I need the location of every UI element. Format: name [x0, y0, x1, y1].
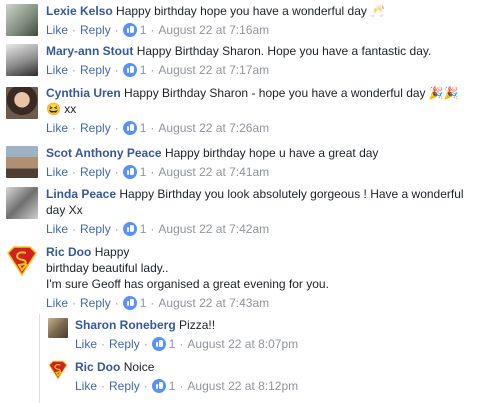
like-count-icon[interactable] — [151, 379, 166, 393]
like-link[interactable]: Like — [75, 379, 97, 393]
like-link[interactable]: Like — [46, 165, 68, 179]
avatar[interactable] — [48, 360, 68, 380]
reply-link[interactable]: Reply — [80, 121, 111, 135]
timestamp[interactable]: August 22 at 8:07pm — [187, 337, 298, 351]
like-link[interactable]: Like — [75, 337, 97, 351]
timestamp[interactable]: August 22 at 7:17am — [158, 63, 269, 77]
like-link[interactable]: Like — [46, 121, 68, 135]
clinking-glasses-emoji: 🥂 — [370, 4, 386, 18]
comment-text: Happy Birthday you look absolutely gorge… — [119, 187, 464, 201]
like-link[interactable]: Like — [46, 23, 68, 37]
comment-text: Happy birthday hope u have a great day — [164, 146, 379, 160]
like-link[interactable]: Like — [46, 63, 68, 77]
reply-link[interactable]: Reply — [80, 165, 111, 179]
commenter-name[interactable]: Ric Doo — [46, 245, 91, 259]
like-count-icon[interactable] — [122, 222, 137, 236]
like-count[interactable]: 1 — [169, 337, 176, 351]
timestamp[interactable]: August 22 at 7:42am — [158, 222, 269, 236]
comment-text-line3: I'm sure Geoff has organised a great eve… — [46, 277, 329, 291]
reply-link[interactable]: Reply — [109, 379, 140, 393]
comment-text-line2: birthday beautiful lady.. — [46, 261, 169, 275]
timestamp[interactable]: August 22 at 7:26am — [158, 121, 269, 135]
commenter-name[interactable]: Cynthia Uren — [46, 86, 121, 100]
commenter-name[interactable]: Ric Doo — [75, 360, 120, 374]
like-count-icon[interactable] — [122, 121, 137, 135]
avatar[interactable] — [6, 4, 38, 36]
comment-text: Happy Birthday Sharon. Hope you have a f… — [136, 44, 432, 58]
comment-text: Happy — [94, 245, 130, 259]
timestamp[interactable]: August 22 at 8:12pm — [187, 379, 298, 393]
replies-thread-line — [39, 314, 40, 403]
like-count-icon[interactable] — [151, 337, 166, 351]
comment-actions: Like · Reply · 1 · August 22 at 7:43am — [46, 296, 270, 310]
comment-actions: Like · Reply · 1 · August 22 at 7:17am — [46, 63, 270, 77]
avatar[interactable] — [6, 187, 38, 219]
reply-link[interactable]: Reply — [80, 296, 111, 310]
avatar[interactable] — [6, 44, 38, 76]
commenter-name[interactable]: Scot Anthony Peace — [46, 146, 162, 160]
like-count-icon[interactable] — [122, 23, 137, 37]
avatar[interactable] — [6, 146, 38, 178]
comment-text-line2: day Xx — [46, 203, 83, 217]
comment-actions: Like · Reply · 1 · August 22 at 8:12pm — [75, 379, 299, 393]
comment-text: Happy Birthday Sharon - hope you have a … — [124, 86, 426, 100]
like-count[interactable]: 1 — [140, 296, 147, 310]
comment-text-line2: 😆 xx — [46, 102, 77, 116]
like-count[interactable]: 1 — [140, 165, 147, 179]
like-count-icon[interactable] — [122, 296, 137, 310]
like-count[interactable]: 1 — [140, 222, 147, 236]
comment-actions: Like · Reply · 1 · August 22 at 8:07pm — [75, 337, 299, 351]
reply-link[interactable]: Reply — [109, 337, 140, 351]
like-count[interactable]: 1 — [169, 379, 176, 393]
like-count[interactable]: 1 — [140, 23, 147, 37]
reply-link[interactable]: Reply — [80, 222, 111, 236]
commenter-name[interactable]: Linda Peace — [46, 187, 116, 201]
comment-actions: Like · Reply · 1 · August 22 at 7:41am — [46, 165, 270, 179]
reply-link[interactable]: Reply — [80, 63, 111, 77]
comment-text: Noice — [123, 360, 155, 374]
comment-actions: Like · Reply · 1 · August 22 at 7:26am — [46, 121, 270, 135]
comment-actions: Like · Reply · 1 · August 22 at 7:16am — [46, 23, 270, 37]
like-count-icon[interactable] — [122, 63, 137, 77]
commenter-name[interactable]: Lexie Kelso — [46, 4, 113, 18]
commenter-name[interactable]: Mary-ann Stout — [46, 44, 133, 58]
timestamp[interactable]: August 22 at 7:41am — [158, 165, 269, 179]
comment-actions: Like · Reply · 1 · August 22 at 7:42am — [46, 222, 270, 236]
timestamp[interactable]: August 22 at 7:43am — [158, 296, 269, 310]
like-count[interactable]: 1 — [140, 121, 147, 135]
comment-text: Pizza!! — [179, 318, 216, 332]
superman-logo-icon — [48, 360, 68, 380]
like-link[interactable]: Like — [46, 296, 68, 310]
reply-link[interactable]: Reply — [80, 23, 111, 37]
comment-text: Happy birthday hope you have a wonderful… — [116, 4, 367, 18]
avatar[interactable] — [6, 87, 38, 119]
superman-logo-icon — [7, 246, 37, 277]
commenter-name[interactable]: Sharon Roneberg — [75, 318, 176, 332]
like-count[interactable]: 1 — [140, 63, 147, 77]
avatar[interactable] — [6, 245, 38, 277]
timestamp[interactable]: August 22 at 7:16am — [158, 23, 269, 37]
avatar[interactable] — [48, 318, 68, 338]
like-link[interactable]: Like — [46, 222, 68, 236]
like-count-icon[interactable] — [122, 165, 137, 179]
party-popper-emoji: 🎉🎉 — [428, 86, 459, 100]
